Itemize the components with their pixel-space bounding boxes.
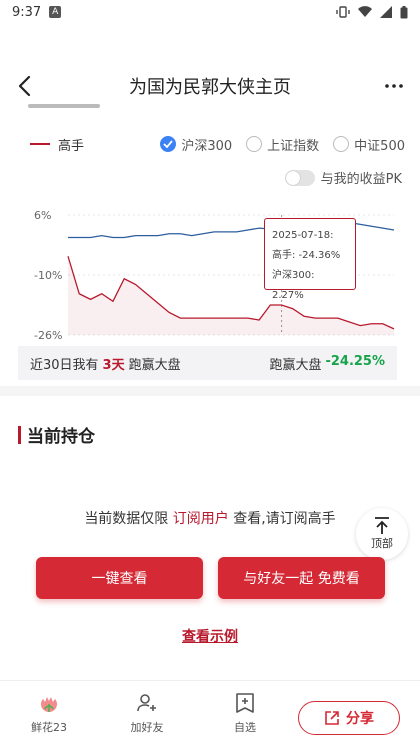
- index-option-zz500[interactable]: 中证500: [333, 135, 405, 154]
- tooltip-date: 2025-07-18:: [272, 230, 334, 241]
- radio-checked-icon: [160, 136, 177, 152]
- chart-tooltip: 2025-07-18: 高手: -24.36% 沪深300: 2.27%: [264, 218, 356, 301]
- flowers-button[interactable]: 鲜花23: [14, 691, 84, 735]
- radio-unchecked-icon: [333, 136, 350, 152]
- add-user-icon: [137, 694, 156, 712]
- friend-free-view-button[interactable]: 与好友一起 免费看: [218, 557, 385, 599]
- notification-icon: A: [49, 6, 62, 18]
- index-option-label: 沪深300: [181, 138, 233, 154]
- y-tick-label: -26%: [34, 329, 62, 342]
- summary-bar: 近30日我有 3天 跑赢大盘 跑赢大盘 -24.25%: [18, 346, 397, 380]
- summary-right-value: -24.25%: [325, 353, 385, 369]
- radio-unchecked-icon: [246, 136, 263, 152]
- flowers-label: 鲜花23: [31, 721, 67, 734]
- page-title: 为国为民郭大侠主页: [129, 77, 291, 98]
- wifi-icon: [358, 6, 372, 18]
- status-bar: 9:37 A: [0, 0, 420, 24]
- watchlist-label: 自选: [234, 721, 256, 734]
- back-button[interactable]: [10, 72, 38, 100]
- share-icon: [325, 711, 339, 725]
- flower-icon: [41, 697, 57, 712]
- summary-right: 跑赢大盘 -24.25%: [269, 354, 385, 373]
- pk-toggle[interactable]: [284, 169, 315, 186]
- vibrate-icon: [336, 6, 350, 18]
- back-arrow-icon: [18, 75, 31, 97]
- section-divider: [0, 386, 420, 396]
- view-all-button[interactable]: 一键查看: [36, 557, 203, 599]
- legend-label: 高手: [58, 138, 85, 154]
- pk-toggle-row: 与我的收益PK: [284, 168, 402, 187]
- scroll-top-button[interactable]: 顶部: [356, 508, 408, 560]
- index-option-label: 中证500: [354, 138, 405, 154]
- chart-legend: 高手 沪深300 上证指数 中证500: [30, 132, 405, 156]
- nav-bar: 为国为民郭大侠主页: [0, 68, 420, 104]
- more-button[interactable]: [380, 72, 408, 100]
- index-option-hs300[interactable]: 沪深300: [160, 135, 232, 154]
- y-tick-label: -10%: [34, 269, 62, 282]
- scroll-top-label: 顶部: [371, 537, 393, 550]
- y-tick-label: 6%: [34, 209, 51, 222]
- holdings-section-title: 当前持仓: [18, 422, 95, 447]
- clipped-header-fragment: [28, 104, 100, 110]
- holdings-title: 当前持仓: [27, 427, 95, 447]
- note-suffix: 查看,请订阅高手: [233, 511, 336, 527]
- add-friend-button[interactable]: 加好友: [112, 691, 182, 735]
- tooltip-index: 沪深300: 2.27%: [272, 270, 315, 301]
- index-selector: 沪深300 上证指数 中证500: [160, 135, 405, 154]
- more-icon: [385, 84, 403, 88]
- watchlist-button[interactable]: 自选: [210, 691, 280, 735]
- tooltip-main: 高手: -24.36%: [272, 250, 341, 261]
- share-button[interactable]: 分享: [298, 701, 400, 735]
- summary-right-label: 跑赢大盘: [269, 357, 322, 373]
- share-label: 分享: [346, 711, 374, 727]
- status-icons: [336, 5, 408, 19]
- status-time: 9:37: [12, 4, 42, 20]
- summary-prefix: 近30日我有: [30, 357, 99, 373]
- signal-icon: [380, 6, 392, 18]
- summary-suffix: 跑赢大盘: [128, 357, 181, 373]
- view-example-link[interactable]: 查看示例: [0, 626, 420, 646]
- arrow-up-icon: [375, 517, 389, 534]
- index-option-sh[interactable]: 上证指数: [246, 135, 319, 154]
- bottom-nav: 鲜花23 加好友 自选 分享: [0, 680, 420, 746]
- index-option-label: 上证指数: [267, 138, 320, 154]
- subscriber-link[interactable]: 订阅用户: [173, 511, 229, 527]
- legend-swatch: [30, 143, 50, 145]
- battery-icon: [400, 5, 408, 18]
- note-prefix: 当前数据仅限: [84, 511, 169, 527]
- add-friend-label: 加好友: [130, 721, 164, 734]
- pk-label: 与我的收益PK: [320, 172, 402, 187]
- add-watchlist-icon: [236, 693, 254, 713]
- summary-days: 3天: [102, 357, 125, 373]
- section-accent-bar: [18, 425, 21, 444]
